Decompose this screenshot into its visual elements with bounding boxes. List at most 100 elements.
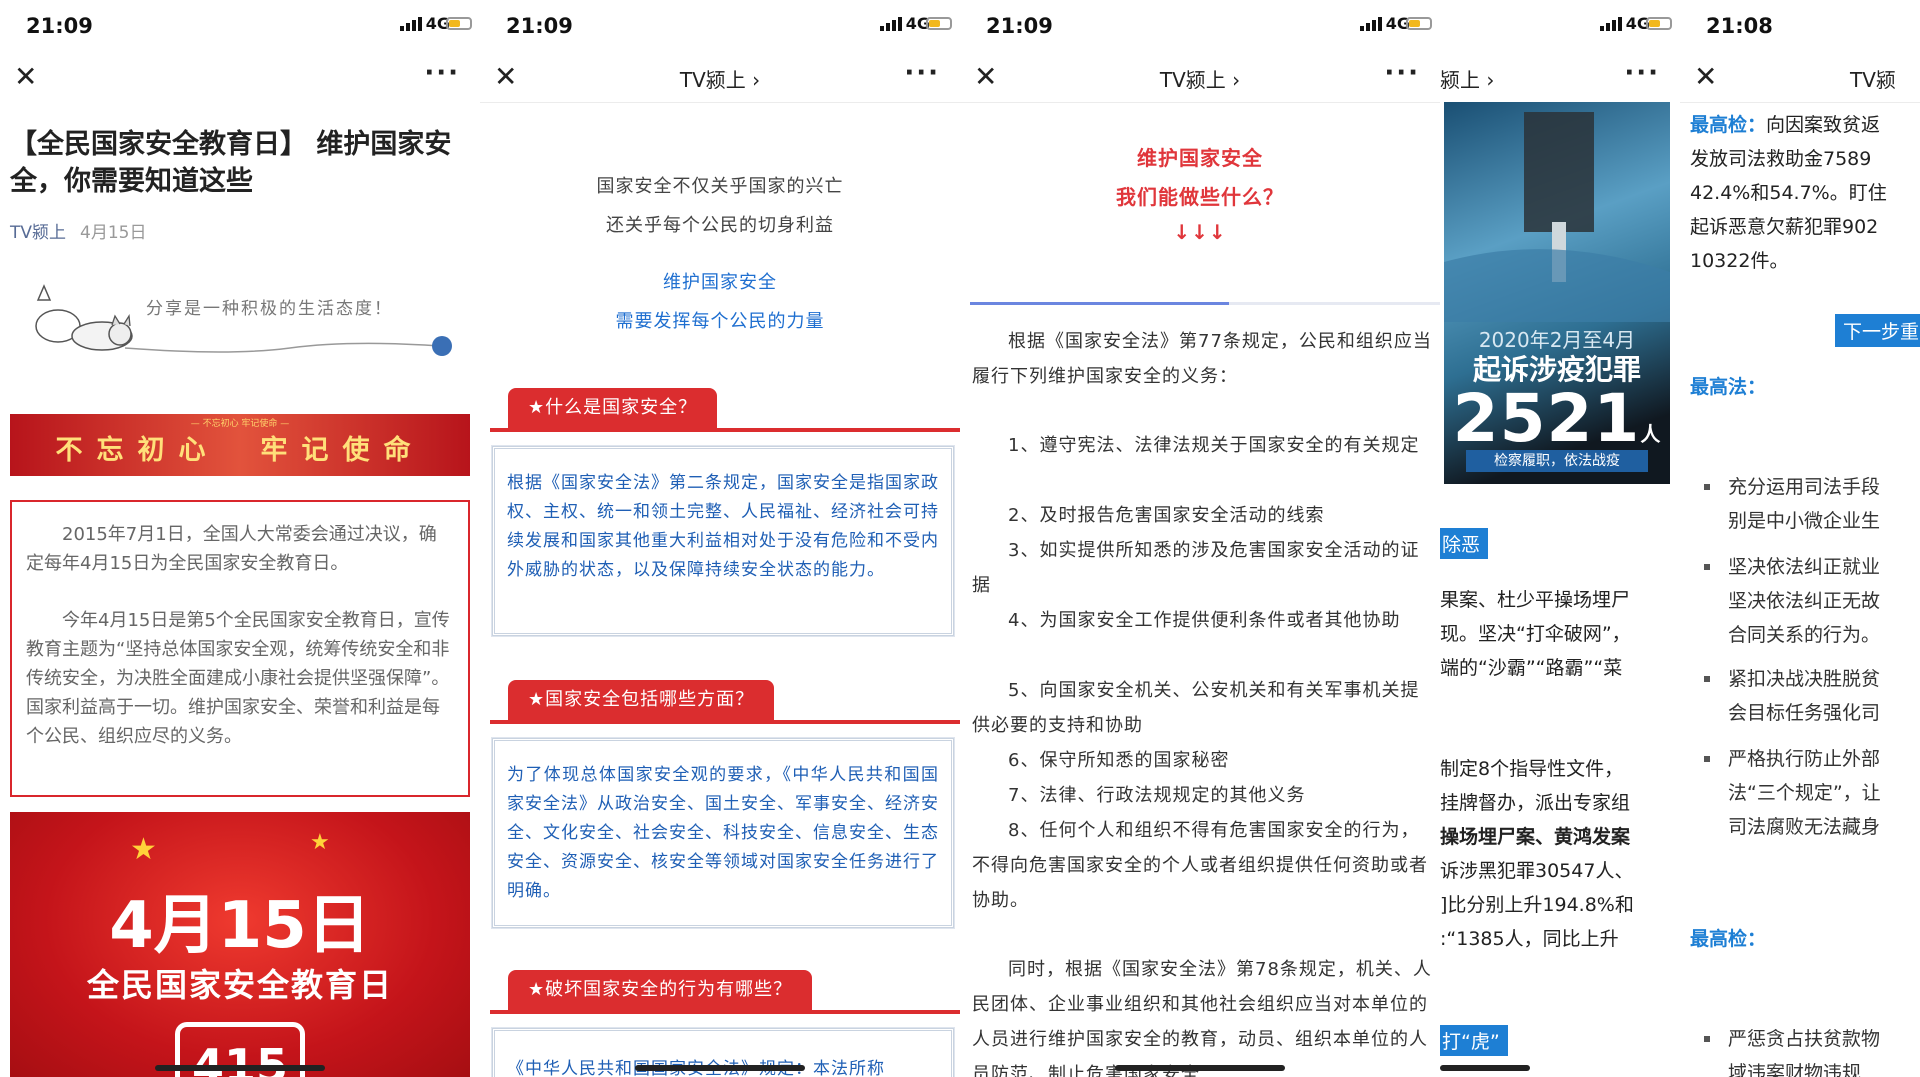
screenshot-collage: 21:09 4G ✕ ··· 【全民国家安全教育日】 维护国家安全，你需要知道这… (0, 0, 1920, 1077)
section-text-1: 根据《国家安全法》第二条规定，国家安全是指国家政权、主权、统一和领土完整、人民福… (507, 473, 939, 580)
nav-bar: ✕ TV颍上 › ··· (480, 52, 960, 102)
red-heading-2: 我们能做些什么？ (1116, 185, 1284, 209)
nav-bar: ✕ ··· (0, 52, 480, 102)
section-box-2: 为了体现总体国家安全观的要求，《中华人民共和国国家安全法》从政治安全、国土安全、… (491, 737, 955, 929)
body-line: 起诉恶意欠薪犯罪902 (1690, 216, 1879, 238)
article-panel-5: 21:08 ✕ TV颍 最高检：向因案致贫返 发放司法救助金7589 42.4%… (1680, 0, 1920, 1077)
section-box-1: 根据《国家安全法》第二条规定，国家安全是指国家政权、主权、统一和领土完整、人民福… (491, 445, 955, 637)
account-title[interactable]: TV颍上 › (960, 64, 1440, 93)
section-heading-3: ★破坏国家安全的行为有哪些？ (508, 970, 813, 1010)
more-icon[interactable]: ··· (424, 58, 460, 88)
status-time: 21:09 (986, 14, 1053, 38)
intro-para-1: 2015年7月1日，全国人大常委会通过决议，确定每年4月15日为全民国家安全教育… (26, 524, 437, 574)
bullet-item: 严格执行防止外部 法“三个规定”，让 司法腐败无法藏身 (1704, 742, 1881, 844)
body-line: 操场埋尸案、黄鸿发案 (1440, 826, 1631, 848)
body-line: 42.4%和54.7%。盯住 (1690, 182, 1887, 204)
status-bar: 21:08 (1680, 0, 1920, 52)
status-bar: 21:09 4G (0, 0, 480, 52)
battery-icon (1406, 17, 1432, 30)
article-panel-2: 21:09 4G ✕ TV颍上 › ··· 国家安全不仅关乎国家的兴亡 还关乎每… (480, 0, 960, 1077)
poster-count-unit: 人 (1640, 422, 1662, 446)
nav-bar: 颍上 › ··· (1440, 52, 1680, 102)
court-label: 最高法： (1690, 376, 1767, 398)
body-line: 现。坚决“打伞破网”， (1440, 623, 1631, 645)
more-icon[interactable]: ··· (1624, 58, 1660, 88)
home-indicator[interactable] (635, 1065, 805, 1071)
section-rule (490, 428, 960, 432)
intro-para-2: 今年4月15日是第5个全民国家安全教育日，宣传教育主题为“坚持总体国家安全观，统… (26, 610, 450, 747)
author-link[interactable]: TV颍上 (10, 223, 66, 243)
status-time: 21:09 (26, 14, 93, 38)
body-line: 制定8个指导性文件， (1440, 758, 1624, 780)
bullet-item: 充分运用司法手段 别是中小微企业生 (1704, 470, 1880, 538)
poster-date: 4月15日 (109, 889, 371, 963)
duty-item: 6、保守所知悉的国家秘密 (1008, 750, 1230, 771)
home-indicator[interactable] (1115, 1065, 1285, 1071)
battery-icon (926, 17, 952, 30)
body-line: 果案、杜少平操场埋尸 (1440, 589, 1631, 611)
intro-line-2: 还关乎每个公民的切身利益 (606, 215, 834, 236)
nav-divider (960, 102, 1440, 103)
more-icon[interactable]: ··· (904, 58, 940, 88)
divider-bar (970, 302, 1440, 305)
section-tag: 除恶 (1440, 528, 1489, 559)
poster-count-value: 2521 (1452, 380, 1641, 457)
next-step-tag: 下一步重 (1835, 314, 1920, 347)
article-meta: TV颍上 4月15日 (10, 218, 146, 243)
account-title[interactable]: TV颍上 › (480, 64, 960, 93)
section-tag: 打“虎” (1440, 1025, 1508, 1056)
account-title[interactable]: TV颍 (1850, 64, 1920, 93)
banner-text: 不忘初心 牢记使命 (55, 435, 425, 466)
nav-bar: ✕ TV颍 (1680, 52, 1920, 102)
section-heading-1: ★什么是国家安全？ (508, 388, 718, 428)
bullet-item: 严惩贪占扶贫款物 域违案财物违规 (1704, 1022, 1880, 1077)
article-78-para: 同时，根据《国家安全法》第78条规定，机关、人民团体、企业事业组织和其他社会组织… (972, 959, 1432, 1077)
body-line: 发放司法救助金7589 (1690, 148, 1872, 170)
article-panel-1: 21:09 4G ✕ ··· 【全民国家安全教育日】 维护国家安全，你需要知道这… (0, 0, 480, 1077)
bullet-item: 坚决依法纠正就业 坚决依法纠正无故 合同关系的行为。 (1704, 550, 1880, 652)
blue-line-1: 维护国家安全 (663, 272, 777, 293)
article-panel-4: 4G 颍上 › ··· 2020年2月至4月 起诉涉疫犯罪 2521人 检察履职… (1440, 0, 1680, 1077)
duty-item: 8、任何个人和组织不得有危害国家安全的行为，不得向危害国家安全的个人或者组织提供… (972, 820, 1428, 911)
intro-line-1: 国家安全不仅关乎国家的兴亡 (596, 176, 844, 197)
duty-item: 2、及时报告危害国家安全活动的线索 (1008, 505, 1325, 526)
bullet-item: 紧扣决战决胜脱贫 会目标任务强化司 (1704, 662, 1880, 730)
star-icon: ★ (310, 830, 330, 855)
duty-item: 5、向国家安全机关、公安机关和有关军事机关提供必要的支持和协助 (972, 680, 1420, 736)
section-rule (490, 1010, 960, 1014)
nav-bar: ✕ TV颍上 › ··· (960, 52, 1440, 102)
poster-count: 2521人 (1444, 380, 1670, 457)
blue-line-2: 需要发挥每个公民的力量 (615, 311, 825, 332)
home-indicator[interactable] (155, 1065, 325, 1071)
duty-item: 7、法律、行政法规规定的其他义务 (1008, 785, 1306, 806)
body-line: 诉涉黑犯罪30547人、 (1440, 860, 1634, 882)
section-heading-2: ★国家安全包括哪些方面？ (508, 680, 775, 720)
more-icon[interactable]: ··· (1384, 58, 1420, 88)
status-time: 21:09 (506, 14, 573, 38)
body-line: 最高检：向因案致贫返 (1690, 108, 1880, 142)
signal-icon (1360, 16, 1382, 31)
signal-icon (1600, 16, 1622, 31)
red-heading-1: 维护国家安全 (1137, 146, 1263, 170)
statistics-poster: 2020年2月至4月 起诉涉疫犯罪 2521人 检察履职，依法战疫 (1444, 102, 1670, 484)
procuratorate-label: 最高检： (1690, 114, 1767, 136)
status-bar: 4G (1440, 0, 1680, 52)
body-line: ]比分别上升194.8%和 (1440, 894, 1634, 916)
body-line: 端的“沙霸”“路霸”“菜 (1440, 657, 1623, 679)
body-line: 挂牌督办，派出专家组 (1440, 792, 1631, 814)
down-arrows-icon: ↓↓↓ (1173, 220, 1227, 244)
body-line: :“1385人，同比上升 (1440, 928, 1619, 950)
intro-box: 2015年7月1日，全国人大常委会通过决议，确定每年4月15日为全民国家安全教育… (10, 500, 470, 797)
duty-item: 4、为国家安全工作提供便利条件或者其他协助 (1008, 610, 1401, 631)
home-indicator[interactable] (1440, 1065, 1530, 1071)
sewing-machine-icon (1444, 112, 1670, 322)
body-line: 10322件。 (1690, 250, 1789, 272)
star-icon: ★ (130, 832, 157, 867)
article-panel-3: 21:09 4G ✕ TV颍上 › ··· 维护国家安全 我们能做些什么？ ↓↓… (960, 0, 1440, 1077)
duty-item: 3、如实提供所知悉的涉及危害国家安全活动的证据 (972, 540, 1420, 596)
signal-icon (400, 16, 422, 31)
close-icon[interactable]: ✕ (14, 62, 37, 92)
section-text-2: 为了体现总体国家安全观的要求，《中华人民共和国国家安全法》从政治安全、国土安全、… (507, 765, 939, 901)
close-icon[interactable]: ✕ (1694, 62, 1717, 92)
share-divider: 分享是一种积极的生活态度！ (30, 278, 460, 363)
